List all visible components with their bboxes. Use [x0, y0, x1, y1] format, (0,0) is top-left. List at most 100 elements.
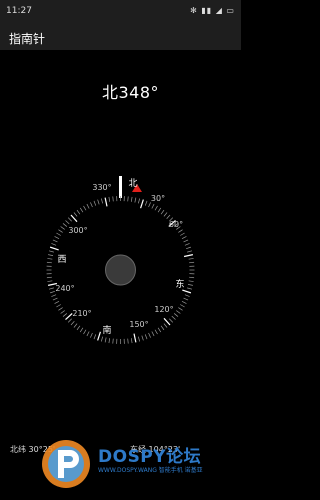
dospy-logo-icon — [42, 440, 90, 488]
dial-tick — [52, 297, 58, 301]
degree-label-240: 240° — [55, 284, 74, 293]
dial-tick — [189, 261, 195, 264]
app-bar: 指南针 — [0, 24, 241, 50]
dial-tick — [183, 254, 194, 258]
dial-tick — [180, 304, 185, 308]
cardinal-east-label: 东 — [175, 278, 184, 290]
dial-tick — [130, 338, 133, 344]
dial-tick — [47, 258, 53, 260]
dial-tick — [65, 220, 70, 225]
dial-tick — [151, 203, 155, 209]
dial-tick — [104, 337, 107, 343]
dial-tick — [163, 323, 168, 328]
dial-tick — [187, 284, 193, 286]
dial-tick — [180, 232, 185, 236]
dial-tick — [79, 327, 84, 333]
dial-tick — [169, 318, 174, 323]
dial-tick — [93, 334, 97, 340]
compass-dial[interactable]: 330° 北 30° 60° 东 120° 150° 南 210° 240° 西… — [0, 170, 241, 350]
latitude-label: 北纬 — [10, 445, 26, 454]
degree-label-300: 300° — [68, 226, 87, 235]
dial-tick — [60, 226, 65, 230]
dial-tick — [144, 200, 148, 206]
dial-tick — [188, 280, 194, 282]
dial-tick — [189, 276, 195, 279]
dial-tick — [133, 333, 137, 343]
cardinal-north-label: 北 — [128, 178, 137, 189]
dial-tick — [54, 301, 60, 304]
dial-tick — [130, 196, 133, 202]
dial-tick — [86, 331, 90, 337]
cardinal-west-label: 西 — [57, 254, 66, 265]
degree-label-120: 120° — [154, 305, 173, 314]
dial-tick — [154, 329, 158, 335]
dial-tick — [127, 196, 129, 202]
dial-tick — [181, 236, 187, 239]
dial-tick — [48, 250, 54, 253]
heading-direction: 北 — [101, 83, 119, 102]
dial-tick — [51, 294, 57, 297]
dial-tick — [86, 203, 90, 209]
dial-tick — [160, 209, 165, 215]
dial-tick — [90, 332, 93, 338]
degree-label-60: 60° — [169, 220, 183, 229]
dial-tick — [47, 280, 53, 282]
dial-tick — [101, 336, 103, 342]
dial-tick — [188, 258, 194, 260]
dial-tick — [46, 276, 52, 279]
dial-tick — [141, 335, 144, 341]
dial-tick — [101, 198, 103, 204]
dial-tick — [58, 229, 63, 233]
dial-tick — [151, 331, 155, 337]
dial-tick — [56, 232, 61, 236]
dial-tick — [67, 318, 72, 323]
dial-tick — [83, 205, 87, 211]
status-bar: 11:27 ✻ ▮▮ ◢ ▭ — [0, 0, 241, 24]
dial-tick — [76, 209, 81, 215]
dial-tick — [178, 307, 183, 311]
dial-tick — [178, 229, 183, 233]
dial-tick — [70, 214, 78, 223]
dial-tick — [97, 331, 101, 341]
dial-tick — [163, 212, 168, 217]
dial-tick — [134, 197, 137, 203]
dial-tick — [79, 207, 84, 213]
status-time: 11:27 — [6, 6, 32, 16]
dial-tick — [46, 261, 52, 264]
dial-tick — [108, 196, 111, 202]
dial-tick — [49, 246, 59, 251]
dial-tick — [183, 239, 189, 243]
status-icons: ✻ ▮▮ ◢ ▭ — [190, 6, 235, 15]
dial-tick — [48, 254, 54, 256]
degree-label-330: 330° — [92, 183, 111, 192]
dial-tick — [163, 317, 171, 326]
dial-tick — [144, 334, 148, 340]
dial-tick — [70, 321, 75, 326]
dial-tick — [67, 217, 72, 222]
dial-tick — [73, 323, 78, 328]
degree-label-150: 150° — [129, 320, 148, 329]
dial-tick — [183, 297, 189, 301]
dial-tick — [171, 315, 176, 320]
heading-readout: 北348° — [0, 79, 241, 103]
app-title: 指南针 — [9, 32, 46, 46]
dial-tick — [187, 287, 193, 290]
dial-tick — [93, 200, 97, 206]
dial-tick — [112, 196, 114, 202]
dial-tick — [104, 197, 108, 207]
dial-tick — [184, 294, 190, 297]
dial-tick — [157, 327, 162, 333]
dial-tick — [48, 287, 54, 290]
dial-tick — [148, 332, 151, 338]
compass-center-button[interactable] — [105, 254, 136, 286]
dial-tick — [154, 205, 158, 211]
dial-tick — [108, 338, 111, 344]
dial-tick — [52, 239, 58, 243]
dial-tick — [58, 307, 63, 311]
dial-tick — [182, 289, 192, 294]
dial-tick — [90, 202, 93, 208]
dial-tick — [60, 310, 65, 314]
dial-tick — [127, 338, 129, 344]
dial-tick — [112, 338, 114, 344]
degree-label-30: 30° — [151, 194, 165, 203]
